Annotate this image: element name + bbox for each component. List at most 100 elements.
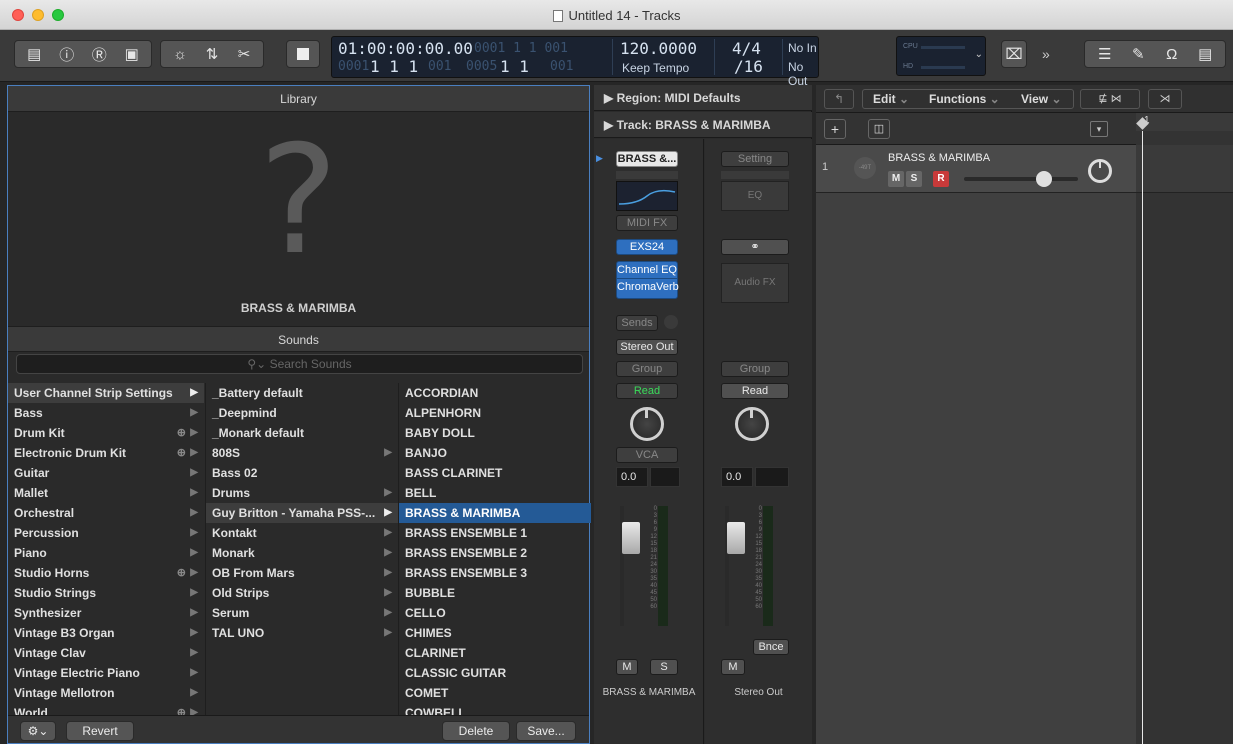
list-item[interactable]: Mallet ▶	[8, 483, 204, 503]
library-icon[interactable]: ▤	[25, 45, 43, 63]
bounce-button[interactable]: Bnce	[753, 639, 789, 655]
track-row[interactable]: 1 -49T BRASS & MARIMBA M S R	[816, 145, 1136, 193]
volume-fader[interactable]	[727, 522, 745, 554]
list-item[interactable]: CLARINET	[399, 643, 591, 663]
list-item[interactable]: BABY DOLL	[399, 423, 591, 443]
region-inspector-header[interactable]: ▶ Region: MIDI Defaults	[594, 85, 812, 111]
fx-slot-chromaverb[interactable]: ChromaVerb	[617, 279, 679, 295]
toolbar-icon[interactable]: ▣	[123, 45, 141, 63]
gear-menu-button[interactable]: ⚙⌄	[20, 721, 56, 741]
list-item[interactable]: Bass 02	[206, 463, 398, 483]
download-icon[interactable]: ⊕	[177, 423, 186, 443]
list-item[interactable]: ALPENHORN	[399, 403, 591, 423]
list-item[interactable]: BUBBLE	[399, 583, 591, 603]
list-item[interactable]: Orchestral ▶	[8, 503, 204, 523]
ruler[interactable]: 1	[1136, 113, 1233, 131]
list-item[interactable]: Guy Britton - Yamaha PSS-... ▶	[206, 503, 398, 523]
functions-menu[interactable]: Functions ⌄	[929, 90, 1000, 108]
link-icon[interactable]: ⚭	[721, 239, 789, 255]
list-item[interactable]: BANJO	[399, 443, 591, 463]
track-lane[interactable]	[1136, 145, 1233, 193]
list-item[interactable]: OB From Mars ▶	[206, 563, 398, 583]
setting-button[interactable]: Setting	[721, 151, 789, 167]
list-item[interactable]: BRASS ENSEMBLE 2	[399, 543, 591, 563]
new-folder-icon[interactable]: ◫	[868, 119, 890, 139]
track-pan-knob[interactable]	[1088, 159, 1112, 183]
list-item[interactable]: BASS CLARINET	[399, 463, 591, 483]
global-tracks-icon[interactable]: ▾	[1090, 121, 1108, 137]
mute-button[interactable]: M	[616, 659, 638, 675]
more-chevron-icon[interactable]: »	[1042, 46, 1050, 62]
volume-fader[interactable]	[622, 522, 640, 554]
track-solo-button[interactable]: S	[906, 171, 922, 187]
arrange-area[interactable]	[1136, 131, 1233, 744]
list-item[interactable]: Guitar ▶	[8, 463, 204, 483]
stop-button[interactable]	[286, 40, 320, 68]
list-item[interactable]: Vintage B3 Organ ▶	[8, 623, 204, 643]
solo-button[interactable]: S	[650, 659, 678, 675]
volume-value[interactable]: 0.0	[616, 467, 648, 487]
quick-help-icon[interactable]: Ⓡ	[90, 44, 108, 65]
list-item[interactable]: Drums ▶	[206, 483, 398, 503]
list-item[interactable]: Old Strips ▶	[206, 583, 398, 603]
fx-slot-channel-eq[interactable]: Channel EQ	[617, 262, 677, 279]
back-arrow-icon[interactable]: ↰	[824, 89, 854, 109]
mixer-icon[interactable]: ⇅	[203, 45, 221, 63]
list-item[interactable]: BRASS ENSEMBLE 1	[399, 523, 591, 543]
track-mute-button[interactable]: M	[888, 171, 904, 187]
track-name[interactable]: BRASS & MARIMBA	[888, 152, 990, 164]
automation-mode-button[interactable]: Read	[721, 383, 789, 399]
list-item[interactable]: 808S ▶	[206, 443, 398, 463]
cpu-meter[interactable]: CPU HD ⌄	[896, 36, 986, 76]
list-item[interactable]: Bass ▶	[8, 403, 204, 423]
sends-slot[interactable]: Sends	[616, 315, 658, 331]
track-volume-thumb[interactable]	[1036, 171, 1052, 187]
eq-thumbnail[interactable]: EQ	[721, 181, 789, 211]
list-item[interactable]: _Deepmind	[206, 403, 398, 423]
smart-controls-icon[interactable]: ☼	[171, 46, 189, 63]
list-item[interactable]: _Battery default	[206, 383, 398, 403]
add-track-button[interactable]: +	[824, 119, 846, 139]
list-item[interactable]: User Channel Strip Settings ▶	[8, 383, 204, 403]
send-knob-icon[interactable]	[664, 315, 678, 329]
midi-fx-slot[interactable]: MIDI FX	[616, 215, 678, 231]
view-menu[interactable]: View ⌄	[1021, 90, 1062, 108]
instrument-slot[interactable]: EXS24	[616, 239, 678, 255]
eq-thumbnail[interactable]	[616, 181, 678, 211]
automation-icon[interactable]: ⋢	[1098, 93, 1107, 105]
list-item[interactable]: Synthesizer ▶	[8, 603, 204, 623]
list-item[interactable]: BRASS ENSEMBLE 3	[399, 563, 591, 583]
revert-button[interactable]: Revert	[66, 721, 134, 741]
group-slot[interactable]: Group	[721, 361, 789, 377]
list-item[interactable]: _Monark default	[206, 423, 398, 443]
pan-knob[interactable]	[630, 407, 664, 441]
list-item[interactable]: Piano ▶	[8, 543, 204, 563]
search-input[interactable]: ⚲⌄ Search Sounds	[16, 354, 583, 374]
flex-icon[interactable]: ⋈	[1111, 93, 1122, 105]
output-slot[interactable]: Stereo Out	[616, 339, 678, 355]
setting-button[interactable]: BRASS &...	[616, 151, 678, 167]
track-record-button[interactable]: R	[933, 171, 949, 187]
list-item[interactable]: BELL	[399, 483, 591, 503]
list-item[interactable]: Electronic Drum Kit ⊕ ▶	[8, 443, 204, 463]
delete-button[interactable]: Delete	[442, 721, 510, 741]
list-item[interactable]: Serum ▶	[206, 603, 398, 623]
edit-menu[interactable]: Edit ⌄	[873, 90, 909, 108]
download-icon[interactable]: ⊕	[177, 563, 186, 583]
vca-slot[interactable]: VCA	[616, 447, 678, 463]
lcd-display[interactable]: 01:00:00:00.00 0001 1 1 001 0001 1 1 1 0…	[331, 36, 819, 88]
list-item[interactable]: Monark ▶	[206, 543, 398, 563]
mute-button[interactable]: M	[721, 659, 745, 675]
list-item[interactable]: Drum Kit ⊕ ▶	[8, 423, 204, 443]
editors-scissors-icon[interactable]: ✂	[235, 45, 253, 63]
list-item[interactable]: Vintage Clav ▶	[8, 643, 204, 663]
list-item[interactable]: COMET	[399, 683, 591, 703]
list-item[interactable]: BRASS & MARIMBA	[399, 503, 591, 523]
audio-fx-slot[interactable]: Audio FX	[721, 263, 789, 303]
automation-mode-button[interactable]: Read	[616, 383, 678, 399]
browsers-icon[interactable]: ▤	[1196, 45, 1214, 63]
list-item[interactable]: CLASSIC GUITAR	[399, 663, 591, 683]
list-item[interactable]: CELLO	[399, 603, 591, 623]
track-inspector-header[interactable]: ▶ Track: BRASS & MARIMBA	[594, 112, 812, 138]
list-item[interactable]: CHIMES	[399, 623, 591, 643]
